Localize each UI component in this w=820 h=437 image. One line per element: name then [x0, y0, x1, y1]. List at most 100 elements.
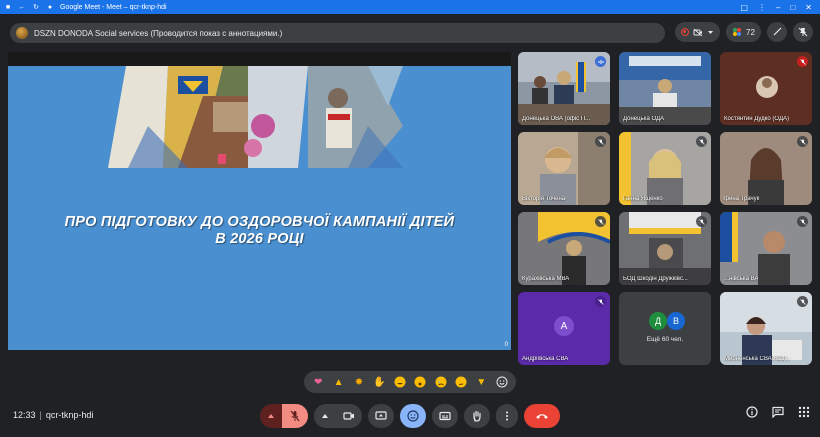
meeting-details-icon[interactable]: [746, 406, 758, 418]
menu-dots-icon[interactable]: ⋮: [758, 3, 766, 12]
participant-tile[interactable]: Вікторія Точена: [518, 132, 610, 205]
record-icon: [681, 28, 689, 36]
participants-button[interactable]: 72: [726, 22, 761, 42]
participant-name: Андріївська СВА: [522, 356, 569, 362]
meeting-code: qcr-tknp-hdi: [45, 410, 94, 420]
camera-toggle[interactable]: [336, 404, 362, 428]
mic-off-icon: [799, 218, 806, 225]
participant-tile[interactable]: Ірина Трачук: [720, 132, 812, 205]
mic-off-icon: [799, 298, 806, 305]
slide-page-number: 0: [504, 342, 508, 348]
laughing-face-icon[interactable]: [392, 374, 408, 390]
close-icon[interactable]: ✕: [805, 3, 812, 12]
participant-name: Ганна Ященко: [623, 196, 663, 202]
chevron-up-icon: [322, 414, 328, 418]
minimize-icon[interactable]: –: [776, 3, 780, 12]
present-screen-button[interactable]: [368, 404, 394, 428]
raise-hand-button[interactable]: [464, 404, 490, 428]
more-options-button[interactable]: [496, 404, 518, 428]
audio-wave-icon: [598, 59, 603, 64]
mic-off-icon: [799, 58, 806, 65]
camera-off-icon: [693, 28, 703, 36]
sparkling-heart-icon[interactable]: ❤: [310, 374, 326, 390]
participant-tile[interactable]: Мирненська СВА Наді...: [720, 292, 812, 365]
participant-avatar: Д: [649, 312, 667, 330]
emoji-reactions-button[interactable]: [400, 404, 426, 428]
participant-name: Донецька ОДА: [623, 116, 665, 122]
participant-name: ...нівська ВА: [724, 276, 759, 282]
mic-off-icon: [698, 138, 705, 145]
leave-call-button[interactable]: [524, 404, 560, 428]
captions-button[interactable]: [432, 404, 458, 428]
add-reaction-icon[interactable]: [494, 374, 510, 390]
participant-avatar: В: [667, 312, 685, 330]
slide-title-line2: В 2026 РОЦІ: [215, 231, 304, 247]
meeting-info: 12:33 | qcr-tknp-hdi: [13, 410, 93, 420]
presentation-banner[interactable]: DSZN DONODA Social services (Проводится …: [10, 23, 665, 43]
chat-icon[interactable]: [772, 406, 784, 418]
participant-name: Донецька ОВА (офіс П...: [522, 116, 591, 122]
participant-name: Курахівська МВА: [522, 276, 570, 282]
participant-avatar: А: [554, 316, 574, 336]
annotate-button[interactable]: [766, 22, 787, 42]
reload-icon[interactable]: ↻: [32, 3, 40, 11]
activities-icon[interactable]: [798, 406, 810, 418]
meeting-topbar: DSZN DONODA Social services (Проводится …: [0, 14, 820, 50]
mic-off-icon: [597, 218, 604, 225]
camera-icon: [343, 412, 354, 420]
participant-tile[interactable]: БОД Шкодін Дружківс...: [619, 212, 711, 285]
presentation-label: DSZN DONODA Social services (Проводится …: [34, 28, 283, 38]
presentation-slide: ПРО ПІДГОТОВКУ ДО ОЗДОРОВЧОЇ КАМПАНІЇ ДІ…: [8, 66, 511, 350]
slide-banner-image: [8, 66, 511, 168]
mic-off-icon: [799, 138, 806, 145]
cast-icon[interactable]: ▢: [740, 3, 748, 12]
more-vert-icon: [506, 411, 508, 421]
chevron-up-icon: [268, 414, 274, 418]
magic-wand-icon: [773, 27, 782, 36]
participant-tile[interactable]: Костянтин Дудко (ОДА): [720, 52, 812, 125]
back-icon[interactable]: ←: [18, 3, 26, 11]
participant-name: Ірина Трачук: [724, 196, 760, 202]
meeting-controls-bar: 12:33 | qcr-tknp-hdi: [0, 398, 820, 437]
video-feed: [619, 52, 711, 125]
party-popper-icon[interactable]: ✸: [351, 374, 367, 390]
more-participants-tile[interactable]: Д В Ещё 60 чел.: [619, 292, 711, 365]
mic-off-icon: [597, 298, 604, 305]
mic-muted-indicator: [595, 296, 606, 307]
participant-tile[interactable]: ...нівська ВА: [720, 212, 812, 285]
crying-face-icon[interactable]: [433, 374, 449, 390]
recording-button[interactable]: [675, 22, 720, 42]
mic-muted-indicator: [797, 216, 808, 227]
video-options-button[interactable]: [314, 404, 336, 428]
thumbs-down-icon[interactable]: ▼: [473, 374, 489, 390]
window-title: Google Meet - Meet – qcr-tknp-hdi: [60, 3, 167, 11]
mic-muted-indicator: [595, 216, 606, 227]
people-icon: [733, 28, 741, 36]
captions-icon: [439, 411, 451, 421]
maximize-icon[interactable]: □: [790, 3, 795, 12]
participant-tile[interactable]: А Андріївська СВА: [518, 292, 610, 365]
presentation-stage[interactable]: ПРО ПІДГОТОВКУ ДО ОЗДОРОВЧОЇ КАМПАНІЇ ДІ…: [8, 52, 511, 350]
surprised-face-icon[interactable]: [412, 374, 428, 390]
participant-tile[interactable]: Ганна Ященко: [619, 132, 711, 205]
participant-name: БОД Шкодін Дружківс...: [623, 276, 688, 282]
participant-tile[interactable]: Курахівська МВА: [518, 212, 610, 285]
mic-muted-indicator: [797, 296, 808, 307]
reactions-bar: ❤ ▲ ✸ ✋ ▼: [304, 371, 516, 393]
more-participants-label: Ещё 60 чел.: [646, 336, 684, 343]
microphone-toggle[interactable]: [282, 404, 308, 428]
thinking-face-icon[interactable]: [453, 374, 469, 390]
thumbs-up-icon[interactable]: ▲: [331, 374, 347, 390]
mic-muted-indicator: [797, 136, 808, 147]
participant-name: Вікторія Точена: [522, 196, 566, 202]
presenter-avatar: [16, 27, 28, 39]
participant-tile[interactable]: Донецька ОВА (офіс П...: [518, 52, 610, 125]
present-screen-icon: [375, 411, 387, 420]
participant-tile[interactable]: Донецька ОДА: [619, 52, 711, 125]
clapping-hands-icon[interactable]: ✋: [371, 374, 387, 390]
audio-options-button[interactable]: [260, 404, 282, 428]
separator: |: [39, 410, 42, 420]
browser-titlebar: ■ ← ↻ ● Google Meet - Meet – qcr-tknp-hd…: [0, 0, 820, 14]
stop-presenting-button[interactable]: [792, 22, 813, 42]
mic-muted-indicator: [696, 216, 707, 227]
